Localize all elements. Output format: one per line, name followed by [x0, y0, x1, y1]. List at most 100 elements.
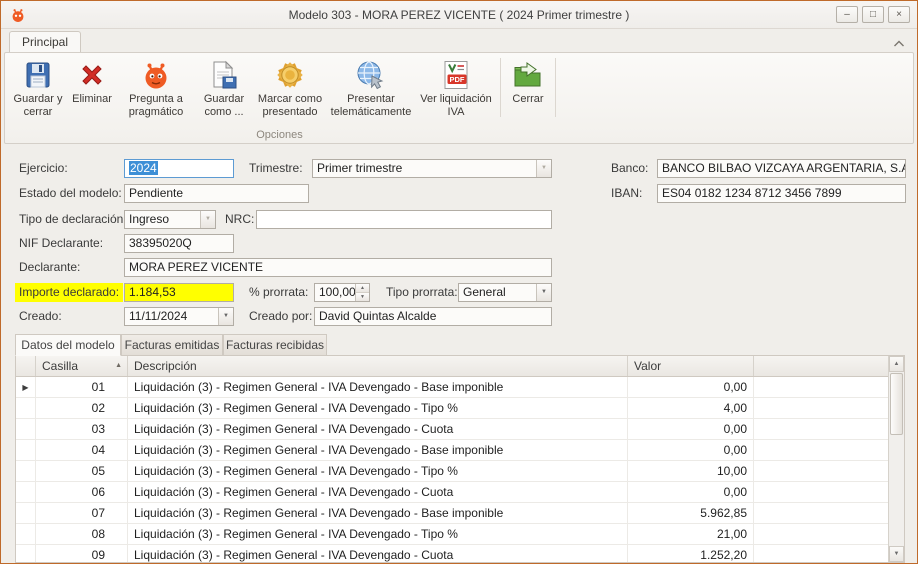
guardar-y-cerrar-button[interactable]: Guardar y cerrar — [9, 56, 67, 119]
cell-filler — [754, 440, 888, 460]
importe-declarado-label: Importe declarado: — [15, 283, 123, 302]
scroll-down-icon[interactable]: ▼ — [889, 546, 904, 562]
creado-por-field[interactable]: David Quintas Alcalde — [314, 307, 552, 326]
creado-value: 11/11/2024 — [129, 309, 187, 323]
tipo-declaracion-combo[interactable]: Ingreso ▼ — [124, 210, 216, 229]
ribbon-tab-row: Principal — [1, 30, 917, 52]
scroll-up-icon[interactable]: ▲ — [889, 356, 904, 372]
table-row[interactable]: 06 Liquidación (3) - Regimen General - I… — [16, 482, 888, 503]
table-row[interactable]: 05 Liquidación (3) - Regimen General - I… — [16, 461, 888, 482]
cell-valor: 0,00 — [628, 419, 754, 439]
creado-por-label: Creado por: — [249, 307, 312, 326]
grid-rows: ▶ 01 Liquidación (3) - Regimen General -… — [16, 377, 888, 562]
modelo-303-window: Modelo 303 - MORA PEREZ VICENTE ( 2024 P… — [0, 0, 918, 564]
table-row[interactable]: ▶ 01 Liquidación (3) - Regimen General -… — [16, 377, 888, 398]
spin-up-icon[interactable]: ▲ — [356, 284, 369, 292]
nif-declarante-field[interactable]: 38395020Q — [124, 234, 234, 253]
vertical-scrollbar[interactable]: ▲ ▼ — [888, 356, 904, 562]
tipo-prorrata-value: General — [463, 285, 506, 299]
iban-field[interactable]: ES04 0182 1234 8712 3456 7899 — [657, 184, 906, 203]
table-row[interactable]: 07 Liquidación (3) - Regimen General - I… — [16, 503, 888, 524]
column-header-filler — [754, 356, 888, 376]
title-bar[interactable]: Modelo 303 - MORA PEREZ VICENTE ( 2024 P… — [1, 1, 917, 29]
marcar-presentado-button[interactable]: Marcar como presentado — [253, 56, 327, 119]
dropdown-arrow-icon[interactable]: ▼ — [200, 211, 215, 228]
dropdown-arrow-icon[interactable]: ▼ — [218, 308, 233, 325]
cell-filler — [754, 482, 888, 502]
scrollbar-thumb[interactable] — [890, 373, 903, 435]
exit-folder-icon — [512, 59, 544, 91]
prorrata-label: % prorrata: — [249, 283, 308, 302]
marcar-presentado-label: Marcar como presentado — [253, 93, 327, 119]
row-indicator-cell: ▶ — [16, 377, 36, 397]
ejercicio-value: 2024 — [129, 161, 158, 175]
table-row[interactable]: 04 Liquidación (3) - Regimen General - I… — [16, 440, 888, 461]
creado-date-combo[interactable]: 11/11/2024 ▼ — [124, 307, 234, 326]
ejercicio-field[interactable]: 2024 — [124, 159, 234, 178]
table-row[interactable]: 03 Liquidación (3) - Regimen General - I… — [16, 419, 888, 440]
tab-principal[interactable]: Principal — [9, 31, 81, 52]
row-indicator-cell — [16, 398, 36, 418]
cell-casilla: 03 — [36, 419, 128, 439]
guardar-como-button[interactable]: Guardar como ... — [195, 56, 253, 119]
table-row[interactable]: 09 Liquidación (3) - Regimen General - I… — [16, 545, 888, 562]
guardar-como-label: Guardar como ... — [195, 93, 253, 119]
tab-datos-del-modelo[interactable]: Datos del modelo — [15, 334, 121, 356]
table-row[interactable]: 08 Liquidación (3) - Regimen General - I… — [16, 524, 888, 545]
column-header-casilla[interactable]: Casilla ▲ — [36, 356, 128, 376]
declarante-field[interactable]: MORA PEREZ VICENTE — [124, 258, 552, 277]
maximize-button[interactable]: □ — [862, 6, 884, 23]
cell-filler — [754, 524, 888, 544]
ribbon-group-label: Opciones — [5, 129, 554, 141]
tab-facturas-emitidas[interactable]: Facturas emitidas — [121, 334, 223, 356]
dropdown-arrow-icon[interactable]: ▼ — [536, 284, 551, 301]
ribbon-buttons: Guardar y cerrar Eliminar — [9, 56, 559, 119]
cell-filler — [754, 461, 888, 481]
presentar-telematicamente-button[interactable]: Presentar telemáticamente — [327, 56, 415, 119]
cell-valor: 1.252,20 — [628, 545, 754, 562]
cell-descripcion: Liquidación (3) - Regimen General - IVA … — [128, 419, 628, 439]
spin-down-icon[interactable]: ▼ — [356, 292, 369, 301]
banco-label: Banco: — [611, 159, 648, 178]
cell-valor: 0,00 — [628, 482, 754, 502]
column-header-descripcion[interactable]: Descripción — [128, 356, 628, 376]
estado-field[interactable]: Pendiente — [124, 184, 309, 203]
row-pointer-icon: ▶ — [16, 377, 35, 397]
tipo-prorrata-combo[interactable]: General ▼ — [458, 283, 552, 302]
cerrar-button[interactable]: Cerrar — [504, 56, 552, 119]
ver-liquidacion-iva-button[interactable]: PDF Ver liquidación IVA — [415, 56, 497, 119]
table-row[interactable]: 02 Liquidación (3) - Regimen General - I… — [16, 398, 888, 419]
guardar-y-cerrar-label: Guardar y cerrar — [9, 93, 67, 119]
ribbon-separator — [555, 58, 556, 117]
cell-filler — [754, 503, 888, 523]
nrc-field[interactable] — [256, 210, 552, 229]
importe-declarado-field[interactable]: 1.184,53 — [124, 283, 234, 302]
prorrata-spinner[interactable]: 100,00 ▲▼ — [314, 283, 370, 302]
cell-filler — [754, 545, 888, 562]
window-controls: – □ × — [836, 6, 910, 23]
banco-field[interactable]: BANCO BILBAO VIZCAYA ARGENTARIA, S.A. ( … — [657, 159, 906, 178]
creado-por-value: David Quintas Alcalde — [319, 309, 436, 323]
tab-facturas-recibidas[interactable]: Facturas recibidas — [223, 334, 327, 356]
ejercicio-label: Ejercicio: — [19, 159, 68, 178]
cell-descripcion: Liquidación (3) - Regimen General - IVA … — [128, 461, 628, 481]
importe-declarado-value: 1.184,53 — [129, 285, 176, 299]
cell-valor: 4,00 — [628, 398, 754, 418]
minimize-button[interactable]: – — [836, 6, 858, 23]
column-header-valor[interactable]: Valor — [628, 356, 754, 376]
dropdown-arrow-icon[interactable]: ▼ — [536, 160, 551, 177]
tipo-declaracion-label: Tipo de declaración: — [19, 210, 127, 229]
ribbon-collapse-chevron-icon[interactable] — [893, 37, 905, 45]
pdf-document-icon: PDF — [440, 59, 472, 91]
cell-casilla: 05 — [36, 461, 128, 481]
trimestre-combo[interactable]: Primer trimestre ▼ — [312, 159, 552, 178]
declarante-value: MORA PEREZ VICENTE — [129, 260, 263, 274]
row-indicator-cell — [16, 503, 36, 523]
gold-seal-icon — [274, 59, 306, 91]
eliminar-button[interactable]: Eliminar — [67, 56, 117, 119]
pragmatico-bug-icon — [140, 59, 172, 91]
pregunta-pragmatico-button[interactable]: Pregunta a pragmático — [117, 56, 195, 119]
cell-valor: 21,00 — [628, 524, 754, 544]
row-indicator-cell — [16, 482, 36, 502]
close-button[interactable]: × — [888, 6, 910, 23]
